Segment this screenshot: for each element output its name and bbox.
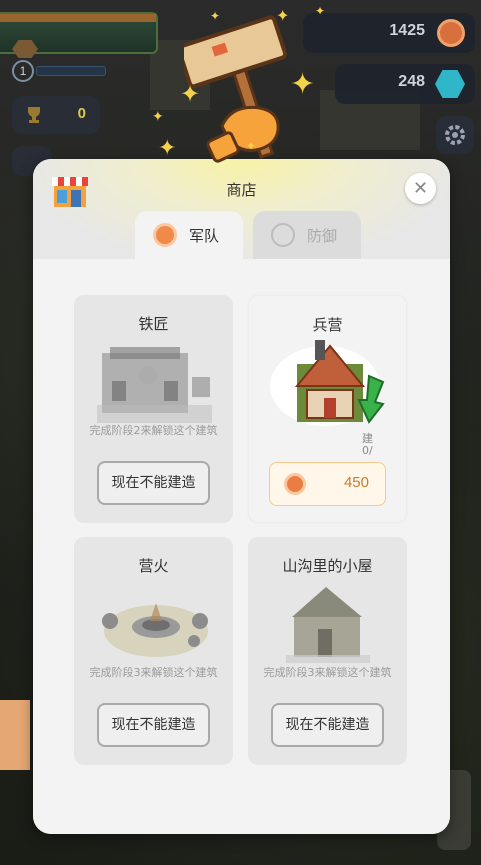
tab-army[interactable]: 军队 [135,211,243,259]
level-indicator: 1 [12,60,34,82]
build-count: 0/ [362,444,373,457]
campfire-image [102,603,208,657]
shop-content: 铁匠 完成阶段2来解锁这个建筑 现在不能建造 兵营 建 0/ 450 营火 完成… [33,259,450,834]
card-title: 兵营 [312,316,343,334]
hexagon-icon [271,223,295,247]
gem-count: 248 [398,73,425,90]
shop-dialog: 商店 ✕ 军队 防御 铁匠 完成阶段2来解锁这个建筑 现在不能建造 兵营 建 0… [33,159,450,834]
shop-title: 商店 [226,181,257,199]
coin-icon [437,19,465,47]
close-icon: ✕ [412,178,429,199]
health-bar [0,12,158,58]
shop-card-blacksmith[interactable]: 铁匠 完成阶段2来解锁这个建筑 现在不能建造 [74,295,233,523]
tab-defense-label: 防御 [307,227,338,245]
blacksmith-building-image [97,347,212,423]
coin-count: 1425 [389,22,425,39]
gem-counter: 248 [335,64,475,104]
sparkle-icon: ✦ [315,4,326,18]
card-title: 铁匠 [138,315,169,333]
card-title: 营火 [138,557,169,575]
unlock-hint: 完成阶段3来解锁这个建筑 [89,666,218,679]
xp-bar [36,66,106,76]
gem-icon [435,70,465,98]
shop-card-campfire[interactable]: 营火 完成阶段3来解锁这个建筑 现在不能建造 [74,537,233,765]
sparkle-icon: ✦ [180,80,201,108]
health-bar-fill [0,14,156,22]
shop-card-barracks[interactable]: 兵营 建 0/ 450 [248,295,407,523]
sparkle-icon: ✦ [152,109,164,125]
trophy-icon [28,107,40,123]
close-button[interactable]: ✕ [405,173,436,204]
coin-icon [284,473,306,495]
shop-header: 商店 ✕ 军队 防御 [33,159,450,259]
buy-button[interactable]: 450 [269,462,386,506]
coin-counter: 1425 [303,13,475,53]
sparkle-icon: ✦ [246,139,257,153]
sparkle-icon: ✦ [290,67,316,102]
gear-icon [445,125,465,145]
sparkle-icon: ✦ [276,6,290,25]
barracks-building-image [270,340,385,426]
shop-card-hut[interactable]: 山沟里的小屋 完成阶段3来解锁这个建筑 现在不能建造 [248,537,407,765]
card-title: 山沟里的小屋 [282,557,373,575]
tab-army-label: 军队 [189,227,220,245]
hut-building-image [286,587,370,663]
sparkle-icon: ✦ [210,9,221,23]
cannot-build-button[interactable]: 现在不能建造 [97,461,210,505]
tab-defense[interactable]: 防御 [253,211,361,259]
trophy-count: 0 [77,105,86,122]
unlock-hint: 完成阶段3来解锁这个建筑 [263,666,392,679]
unlock-hint: 完成阶段2来解锁这个建筑 [89,424,218,437]
background-character [0,700,30,770]
trophy-panel[interactable]: 0 [12,96,100,134]
cannot-build-button[interactable]: 现在不能建造 [97,703,210,747]
price-value: 450 [343,474,369,491]
coin-icon [153,223,177,247]
sparkle-icon: ✦ [158,136,177,161]
cannot-build-button[interactable]: 现在不能建造 [271,703,384,747]
settings-button[interactable] [436,116,474,154]
